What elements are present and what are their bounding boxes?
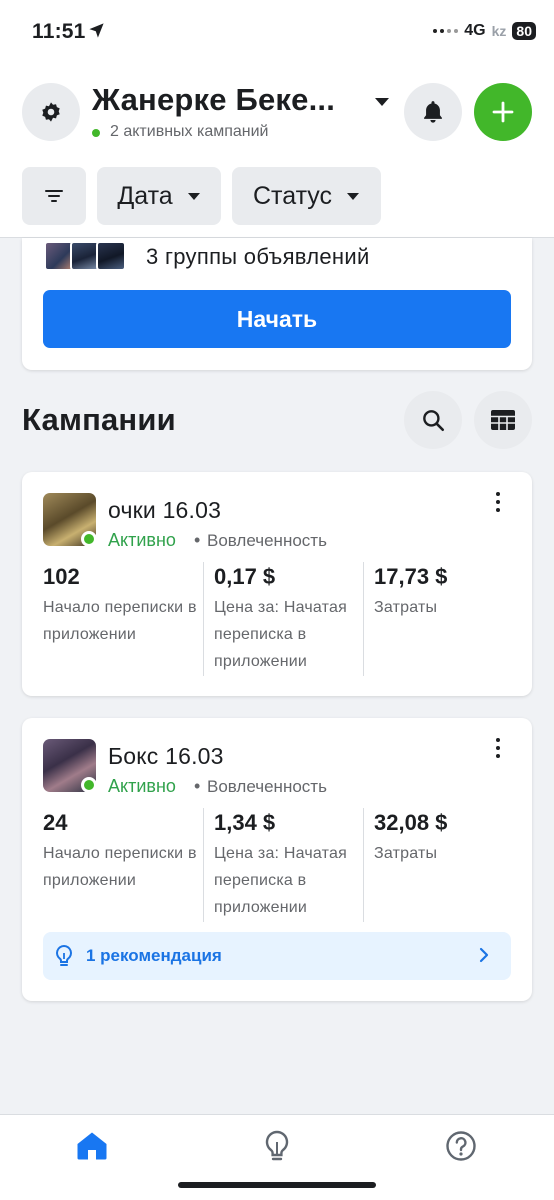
metric-label: Затраты <box>374 599 438 616</box>
plus-icon <box>492 101 514 123</box>
campaign-metrics: 102 Начало переписки в приложении 0,17 $… <box>43 562 511 676</box>
metric-label: Начало переписки в приложении <box>43 599 197 643</box>
recommendation-text: 1 рекомендация <box>86 946 222 965</box>
home-icon <box>77 1132 107 1160</box>
ad-groups-count-text: 3 группы объявлений <box>146 244 370 269</box>
bell-icon <box>424 101 442 123</box>
ad-group-thumbnails <box>44 241 126 271</box>
ad-thumbnail <box>96 241 126 271</box>
settings-button[interactable] <box>22 83 80 141</box>
metric-cost-per-result: 1,34 $ Цена за: Начатая переписка в прил… <box>203 808 363 922</box>
metric-spend: 32,08 $ Затраты <box>363 808 511 922</box>
campaign-name: очки 16.03 <box>108 497 222 523</box>
status-filter-label: Статус <box>252 181 333 210</box>
campaign-active-dot <box>81 531 97 547</box>
metric-cost-per-result: 0,17 $ Цена за: Начатая переписка в прил… <box>203 562 363 676</box>
network-type: 4G <box>464 22 486 39</box>
campaign-card[interactable]: Бокс 16.03 Активно • Вовлеченность 24 На… <box>22 718 532 1001</box>
chevron-right-icon <box>479 947 489 963</box>
metric-spend: 17,73 $ Затраты <box>363 562 511 676</box>
campaign-objective: Вовлеченность <box>207 531 327 550</box>
separator: • <box>194 776 201 796</box>
metric-value: 17,73 $ <box>374 564 448 589</box>
campaign-name: Бокс 16.03 <box>108 743 224 769</box>
watermark: kz <box>491 23 507 39</box>
search-icon <box>423 410 445 432</box>
more-vertical-icon[interactable] <box>488 736 508 760</box>
ads-manager-screen: 11:51 4G kz 80 Жанерке Беке... 2 активны… <box>0 0 554 1200</box>
chevron-down-icon <box>347 193 360 200</box>
date-filter-label: Дата <box>117 181 173 210</box>
table-view-button[interactable] <box>474 391 532 449</box>
home-indicator <box>178 1182 376 1188</box>
chevron-down-icon <box>187 193 200 200</box>
help-icon <box>446 1131 476 1161</box>
status-time: 11:51 <box>32 20 86 43</box>
chevron-down-icon[interactable] <box>374 96 390 108</box>
header: Жанерке Беке... 2 активных кампаний Дата… <box>0 66 554 238</box>
settings-icon <box>42 102 60 122</box>
metric-value: 0,17 $ <box>214 564 276 589</box>
signal-icon <box>433 29 459 33</box>
status-filter-button[interactable]: Статус <box>232 167 381 225</box>
date-filter-button[interactable]: Дата <box>97 167 221 225</box>
account-subtitle: 2 активных кампаний <box>110 123 269 140</box>
table-grid-icon <box>491 410 515 430</box>
account-name[interactable]: Жанерке Беке... <box>92 82 335 118</box>
campaign-status: Активно <box>108 530 176 550</box>
metric-results: 102 Начало переписки в приложении <box>43 562 203 676</box>
lightbulb-icon <box>265 1130 289 1161</box>
filter-button[interactable] <box>22 167 86 225</box>
status-indicators: 4G kz 80 <box>433 22 536 40</box>
notifications-button[interactable] <box>404 83 462 141</box>
nav-recommendations[interactable] <box>257 1129 297 1163</box>
metric-results: 24 Начало переписки в приложении <box>43 808 203 922</box>
lightbulb-icon <box>56 944 72 966</box>
battery-indicator: 80 <box>512 22 536 40</box>
metric-label: Цена за: Начатая переписка в приложении <box>214 845 347 916</box>
filter-icon <box>45 190 63 202</box>
campaign-metrics: 24 Начало переписки в приложении 1,34 $ … <box>43 808 511 922</box>
metric-value: 32,08 $ <box>374 810 448 835</box>
campaign-objective: Вовлеченность <box>207 777 327 796</box>
search-button[interactable] <box>404 391 462 449</box>
metric-label: Затраты <box>374 845 438 862</box>
more-vertical-icon[interactable] <box>488 490 508 514</box>
metric-value: 102 <box>43 564 80 589</box>
separator: • <box>194 530 201 550</box>
location-arrow-icon <box>89 23 104 38</box>
metric-value: 1,34 $ <box>214 810 276 835</box>
metric-value: 24 <box>43 810 68 835</box>
campaign-status: Активно <box>108 776 176 796</box>
metric-label: Цена за: Начатая переписка в приложении <box>214 599 347 670</box>
section-title: Кампании <box>22 402 176 437</box>
create-button[interactable] <box>474 83 532 141</box>
campaign-card[interactable]: очки 16.03 Активно • Вовлеченность 102 Н… <box>22 472 532 696</box>
nav-home[interactable] <box>72 1129 112 1163</box>
campaign-active-dot <box>81 777 97 793</box>
recommendation-banner[interactable]: 1 рекомендация <box>43 932 511 980</box>
status-bar: 11:51 4G kz 80 <box>0 0 554 66</box>
ad-groups-promo-card: 3 группы объявлений Начать <box>22 238 532 370</box>
start-button[interactable]: Начать <box>43 290 511 348</box>
nav-help[interactable] <box>441 1129 481 1163</box>
active-status-dot <box>92 129 100 137</box>
metric-label: Начало переписки в приложении <box>43 845 197 889</box>
